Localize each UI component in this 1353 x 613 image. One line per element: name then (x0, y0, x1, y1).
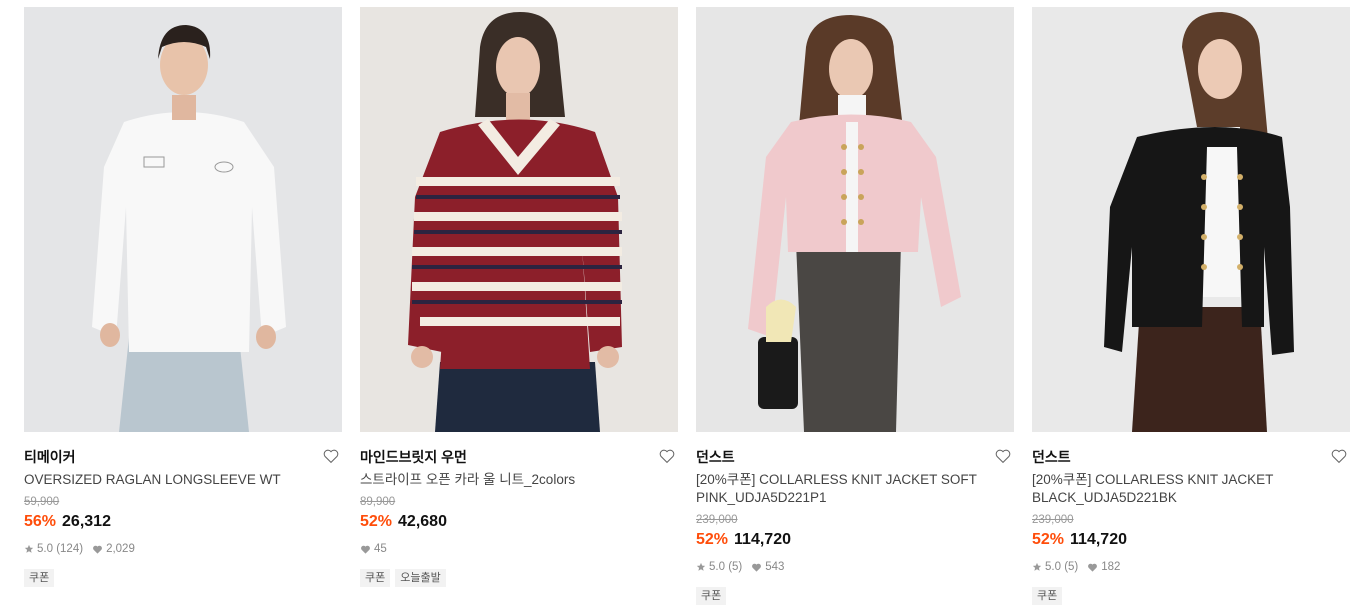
star-icon (24, 544, 34, 553)
rating: 5.0 (37, 543, 53, 555)
sale-price: 114,720 (734, 531, 791, 548)
product-stats: 5.0 (5) 182 (1032, 560, 1350, 574)
product-stats: 45 (360, 542, 678, 556)
original-price: 239,000 (1032, 514, 1074, 526)
original-price: 59,900 (24, 496, 60, 508)
rating: 5.0 (1045, 561, 1061, 573)
review-count: (124) (56, 543, 84, 555)
discount-rate: 52% (360, 513, 393, 530)
original-price: 239,000 (696, 514, 738, 526)
discount-rate: 52% (696, 531, 729, 548)
product-card[interactable]: 마인드브릿지 우먼 스트라이프 오픈 카라 울 니트_2colors 89,90… (360, 7, 678, 587)
product-stats: 5.0 (5) 543 (696, 560, 1014, 574)
product-card[interactable]: 티메이커 OVERSIZED RAGLAN LONGSLEEVE WT 59,9… (24, 7, 342, 587)
wishlist-heart-icon[interactable] (1330, 447, 1348, 465)
product-stats: 5.0 (124) 2,029 (24, 542, 342, 556)
tag-list: 쿠폰 (696, 587, 1014, 605)
tag-list: 쿠폰 (24, 569, 342, 587)
product-name[interactable]: [20%쿠폰] COLLARLESS KNIT JACKET BLACK_UDJ… (1032, 471, 1332, 507)
sale-price: 114,720 (1070, 531, 1127, 548)
heart-filled-icon (93, 545, 102, 554)
price-row: 52% 42,680 (360, 511, 678, 533)
price-row: 56% 26,312 (24, 511, 342, 533)
like-count: 543 (765, 561, 785, 573)
product-name[interactable]: [20%쿠폰] COLLARLESS KNIT JACKET SOFT PINK… (696, 471, 996, 507)
brand-name[interactable]: 티메이커 (24, 447, 342, 467)
tag-list: 쿠폰 (1032, 587, 1350, 605)
star-icon (696, 562, 706, 571)
product-grid: 티메이커 OVERSIZED RAGLAN LONGSLEEVE WT 59,9… (0, 0, 1353, 613)
heart-filled-icon (752, 563, 762, 572)
coupon-tag[interactable]: 쿠폰 (696, 587, 727, 605)
star-icon (1032, 562, 1042, 571)
product-card[interactable]: 던스트 [20%쿠폰] COLLARLESS KNIT JACKET BLACK… (1032, 7, 1350, 605)
discount-rate: 52% (1032, 531, 1065, 548)
product-image[interactable] (24, 7, 342, 432)
brand-name[interactable]: 마인드브릿지 우먼 (360, 447, 678, 467)
original-price: 89,900 (360, 496, 396, 508)
product-image[interactable] (1032, 7, 1350, 432)
sale-price: 42,680 (398, 513, 447, 530)
tag-list: 쿠폰 오늘출발 (360, 569, 678, 587)
same-day-shipping-tag[interactable]: 오늘출발 (395, 569, 446, 587)
wishlist-heart-icon[interactable] (658, 447, 676, 465)
product-name[interactable]: 스트라이프 오픈 카라 울 니트_2colors (360, 471, 660, 489)
discount-rate: 56% (24, 513, 57, 530)
brand-name[interactable]: 던스트 (1032, 447, 1350, 467)
wishlist-heart-icon[interactable] (994, 447, 1012, 465)
price-row: 52% 114,720 (1032, 529, 1350, 551)
like-count: 45 (374, 543, 387, 555)
product-name[interactable]: OVERSIZED RAGLAN LONGSLEEVE WT (24, 471, 324, 489)
like-count: 182 (1101, 561, 1121, 573)
coupon-tag[interactable]: 쿠폰 (1032, 587, 1063, 605)
coupon-tag[interactable]: 쿠폰 (360, 569, 391, 587)
like-count: 2,029 (106, 543, 135, 555)
product-image[interactable] (360, 7, 678, 432)
heart-filled-icon (1088, 563, 1098, 572)
review-count: (5) (728, 561, 743, 573)
price-row: 52% 114,720 (696, 529, 1014, 551)
rating: 5.0 (709, 561, 725, 573)
heart-filled-icon (361, 545, 370, 554)
sale-price: 26,312 (62, 513, 111, 530)
product-image[interactable] (696, 7, 1014, 432)
brand-name[interactable]: 던스트 (696, 447, 1014, 467)
review-count: (5) (1064, 561, 1079, 573)
product-card[interactable]: 던스트 [20%쿠폰] COLLARLESS KNIT JACKET SOFT … (696, 7, 1014, 605)
coupon-tag[interactable]: 쿠폰 (24, 569, 55, 587)
wishlist-heart-icon[interactable] (322, 447, 340, 465)
